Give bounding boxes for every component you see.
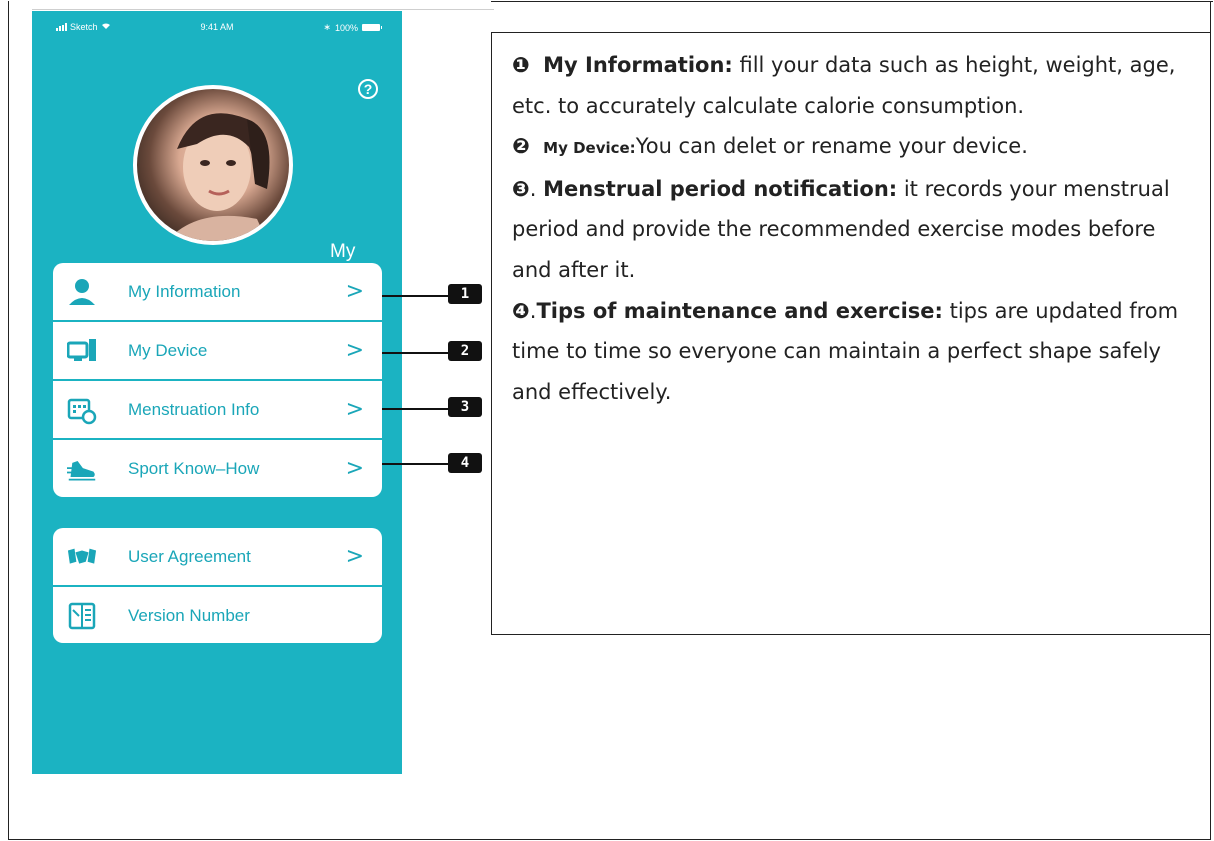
description-item-2: ❷ My Device:You can delet or rename your… xyxy=(512,126,1200,169)
menu-item-label: Sport Know–How xyxy=(128,458,260,478)
avatar[interactable] xyxy=(133,85,293,245)
callout-badge-3: 3 xyxy=(448,397,482,417)
bluetooth-icon: ∗ xyxy=(323,22,331,32)
status-bar: Sketch 9:41 AM ∗ 100% xyxy=(32,11,402,41)
item-marker: ❹ xyxy=(512,298,530,323)
callout-badge-1: 1 xyxy=(448,284,482,304)
description-item-3: ❸. Menstrual period notification: it rec… xyxy=(512,169,1200,291)
chevron-right-icon: > xyxy=(345,279,364,304)
battery-icon xyxy=(362,24,382,31)
avatar-portrait xyxy=(167,113,270,241)
chevron-right-icon: > xyxy=(345,338,364,363)
menu-item-my-device[interactable]: My Device > xyxy=(53,322,382,381)
document-icon xyxy=(67,601,97,631)
description-item-4: ❹.Tips of maintenance and exercise: tips… xyxy=(512,291,1200,413)
calendar-clock-icon xyxy=(67,395,97,425)
menu-item-user-agreement[interactable]: User Agreement > xyxy=(53,528,382,587)
sneaker-icon xyxy=(67,454,97,484)
help-icon[interactable]: ? xyxy=(358,79,378,99)
battery-label: 100% xyxy=(334,22,358,33)
description-box: ❶ My Information: fill your data such as… xyxy=(491,32,1211,635)
menu-item-label: My Information xyxy=(128,281,241,301)
frame-top-border xyxy=(491,1,1213,2)
callout-line-3 xyxy=(382,408,448,410)
menu-item-label: My Device xyxy=(128,340,208,360)
chevron-right-icon: > xyxy=(345,397,364,422)
menu-item-label: Version Number xyxy=(128,605,250,625)
callout-line-4 xyxy=(382,463,448,465)
menu-item-sport-know-how[interactable]: Sport Know–How > xyxy=(53,440,382,497)
chevron-right-icon: > xyxy=(345,544,364,569)
page-title: My xyxy=(330,241,356,262)
menu-item-label: Menstruation Info xyxy=(128,399,260,419)
menu-item-version-number[interactable]: Version Number xyxy=(53,587,382,643)
menu-item-menstruation-info[interactable]: Menstruation Info > xyxy=(53,381,382,440)
phone-top-border xyxy=(32,9,494,10)
item-title: Tips of maintenance and exercise: xyxy=(536,298,943,323)
person-icon xyxy=(67,277,97,307)
callout-badge-4: 4 xyxy=(448,453,482,473)
description-item-1: ❶ My Information: fill your data such as… xyxy=(512,45,1200,126)
callout-line-1 xyxy=(382,295,448,297)
item-marker: ❶ xyxy=(512,53,530,77)
item-separator: . xyxy=(529,176,544,201)
item-text: You can delet or rename your device. xyxy=(635,134,1028,159)
menu-card-secondary: User Agreement > Version Number xyxy=(53,528,382,643)
item-marker: ❷ xyxy=(512,134,530,159)
phone-screen: Sketch 9:41 AM ∗ 100% ? My My Informatio… xyxy=(32,11,402,774)
menu-item-label: User Agreement xyxy=(128,546,251,566)
item-title: My Device: xyxy=(543,139,636,158)
chevron-right-icon: > xyxy=(345,456,364,481)
item-title: My Information: xyxy=(543,53,733,77)
menu-card-main: My Information > My Device > Menstruatio… xyxy=(53,263,382,497)
item-title: Menstrual period notification: xyxy=(543,176,898,201)
status-battery: ∗ 100% xyxy=(323,22,382,33)
callout-badge-2: 2 xyxy=(448,341,482,361)
menu-item-my-information[interactable]: My Information > xyxy=(53,263,382,322)
callout-line-2 xyxy=(382,352,448,354)
computer-icon xyxy=(67,336,97,366)
handshake-icon xyxy=(67,542,97,572)
item-marker: ❸ xyxy=(512,176,530,201)
